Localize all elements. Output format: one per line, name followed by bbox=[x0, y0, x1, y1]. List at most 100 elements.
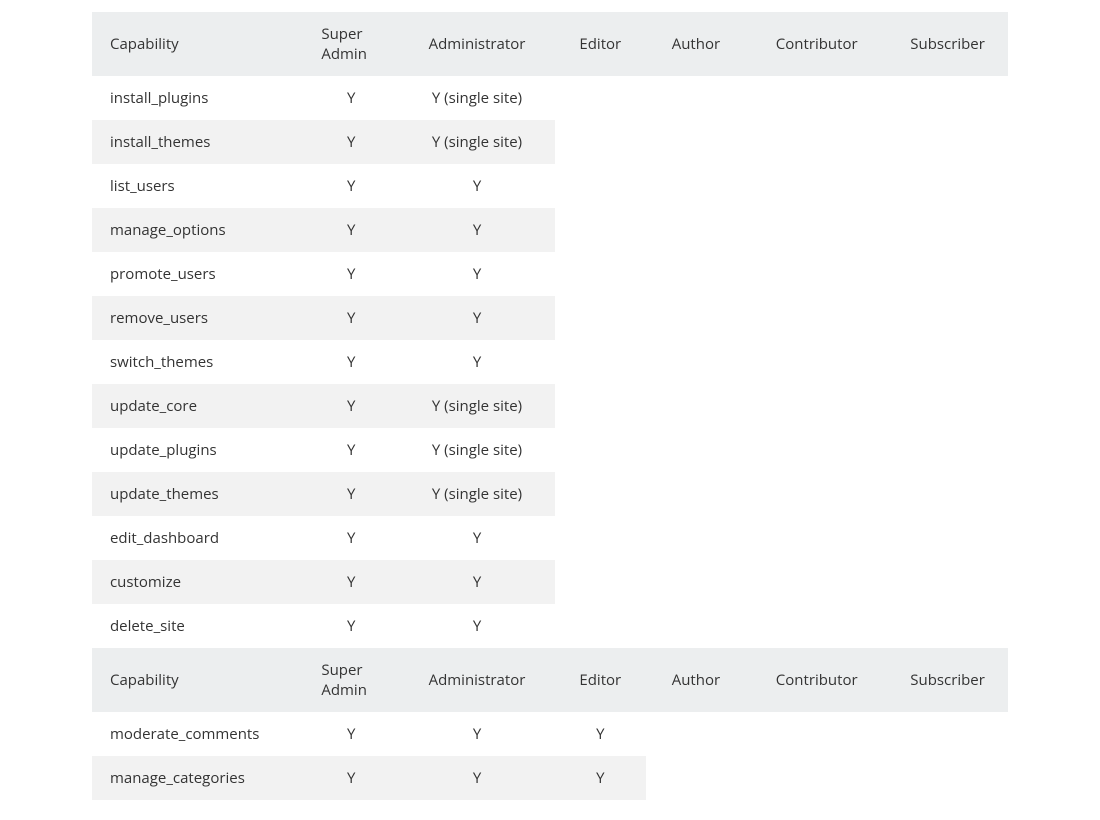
cell-capability: customize bbox=[92, 560, 303, 604]
cell-administrator: Y bbox=[399, 252, 555, 296]
cell-capability: update_plugins bbox=[92, 428, 303, 472]
cell-subscriber bbox=[887, 560, 1008, 604]
cell-editor bbox=[555, 296, 646, 340]
cell-contributor bbox=[746, 428, 887, 472]
cell-subscriber bbox=[887, 120, 1008, 164]
cell-super-admin: Y bbox=[303, 340, 399, 384]
table-row: promote_usersYY bbox=[92, 252, 1008, 296]
cell-editor bbox=[555, 560, 646, 604]
col-contributor: Contributor bbox=[746, 12, 887, 76]
col-editor: Editor bbox=[555, 648, 646, 712]
cell-capability: switch_themes bbox=[92, 340, 303, 384]
cell-super-admin: Y bbox=[303, 164, 399, 208]
cell-author bbox=[646, 560, 747, 604]
cell-contributor bbox=[746, 712, 887, 756]
cell-editor bbox=[555, 252, 646, 296]
cell-capability: update_themes bbox=[92, 472, 303, 516]
cell-contributor bbox=[746, 516, 887, 560]
cell-author bbox=[646, 164, 747, 208]
cell-subscriber bbox=[887, 340, 1008, 384]
col-super-admin-line2: Admin bbox=[321, 44, 381, 64]
cell-administrator: Y (single site) bbox=[399, 384, 555, 428]
table-row: update_pluginsYY (single site) bbox=[92, 428, 1008, 472]
cell-author bbox=[646, 604, 747, 648]
cell-author bbox=[646, 252, 747, 296]
cell-author bbox=[646, 516, 747, 560]
cell-subscriber bbox=[887, 164, 1008, 208]
cell-capability: remove_users bbox=[92, 296, 303, 340]
cell-author bbox=[646, 208, 747, 252]
col-subscriber: Subscriber bbox=[887, 12, 1008, 76]
cell-author bbox=[646, 296, 747, 340]
table-header-row: CapabilitySuperAdminAdministratorEditorA… bbox=[92, 648, 1008, 712]
cell-administrator: Y bbox=[399, 560, 555, 604]
cell-capability: promote_users bbox=[92, 252, 303, 296]
cell-editor: Y bbox=[555, 756, 646, 800]
table-row: delete_siteYY bbox=[92, 604, 1008, 648]
col-author: Author bbox=[646, 12, 747, 76]
col-contributor: Contributor bbox=[746, 648, 887, 712]
cell-subscriber bbox=[887, 384, 1008, 428]
col-super-admin: SuperAdmin bbox=[303, 648, 399, 712]
cell-administrator: Y (single site) bbox=[399, 76, 555, 120]
table-row: customizeYY bbox=[92, 560, 1008, 604]
cell-administrator: Y bbox=[399, 516, 555, 560]
cell-administrator: Y bbox=[399, 296, 555, 340]
cell-subscriber bbox=[887, 208, 1008, 252]
table-header-row: CapabilitySuperAdminAdministratorEditorA… bbox=[92, 12, 1008, 76]
table-row: install_pluginsYY (single site) bbox=[92, 76, 1008, 120]
col-super-admin-line2: Admin bbox=[321, 680, 381, 700]
cell-super-admin: Y bbox=[303, 712, 399, 756]
cell-author bbox=[646, 756, 747, 800]
cell-author bbox=[646, 340, 747, 384]
table-row: manage_categoriesYYY bbox=[92, 756, 1008, 800]
cell-administrator: Y (single site) bbox=[399, 120, 555, 164]
table-row: edit_dashboardYY bbox=[92, 516, 1008, 560]
cell-editor bbox=[555, 604, 646, 648]
cell-author bbox=[646, 120, 747, 164]
cell-contributor bbox=[746, 76, 887, 120]
cell-administrator: Y bbox=[399, 164, 555, 208]
col-super-admin-line1: Super bbox=[321, 24, 381, 44]
cell-author bbox=[646, 472, 747, 516]
cell-editor bbox=[555, 384, 646, 428]
cell-administrator: Y bbox=[399, 208, 555, 252]
cell-editor bbox=[555, 208, 646, 252]
cell-subscriber bbox=[887, 76, 1008, 120]
cell-editor bbox=[555, 428, 646, 472]
cell-capability: edit_dashboard bbox=[92, 516, 303, 560]
capabilities-table: CapabilitySuperAdminAdministratorEditorA… bbox=[92, 12, 1008, 800]
cell-administrator: Y (single site) bbox=[399, 428, 555, 472]
col-administrator: Administrator bbox=[399, 648, 555, 712]
cell-super-admin: Y bbox=[303, 208, 399, 252]
col-super-admin-line1: Super bbox=[321, 660, 381, 680]
cell-super-admin: Y bbox=[303, 604, 399, 648]
cell-author bbox=[646, 712, 747, 756]
col-author: Author bbox=[646, 648, 747, 712]
cell-contributor bbox=[746, 472, 887, 516]
cell-super-admin: Y bbox=[303, 252, 399, 296]
table-row: list_usersYY bbox=[92, 164, 1008, 208]
cell-contributor bbox=[746, 208, 887, 252]
col-capability: Capability bbox=[92, 648, 303, 712]
col-administrator: Administrator bbox=[399, 12, 555, 76]
cell-editor bbox=[555, 120, 646, 164]
cell-capability: list_users bbox=[92, 164, 303, 208]
cell-contributor bbox=[746, 164, 887, 208]
table-row: switch_themesYY bbox=[92, 340, 1008, 384]
cell-super-admin: Y bbox=[303, 516, 399, 560]
cell-author bbox=[646, 384, 747, 428]
cell-subscriber bbox=[887, 516, 1008, 560]
capabilities-table-page: CapabilitySuperAdminAdministratorEditorA… bbox=[0, 0, 1100, 820]
cell-capability: install_plugins bbox=[92, 76, 303, 120]
cell-administrator: Y bbox=[399, 604, 555, 648]
cell-contributor bbox=[746, 756, 887, 800]
cell-capability: update_core bbox=[92, 384, 303, 428]
cell-contributor bbox=[746, 384, 887, 428]
cell-administrator: Y bbox=[399, 756, 555, 800]
cell-capability: manage_options bbox=[92, 208, 303, 252]
cell-contributor bbox=[746, 120, 887, 164]
cell-capability: moderate_comments bbox=[92, 712, 303, 756]
cell-capability: delete_site bbox=[92, 604, 303, 648]
cell-super-admin: Y bbox=[303, 472, 399, 516]
